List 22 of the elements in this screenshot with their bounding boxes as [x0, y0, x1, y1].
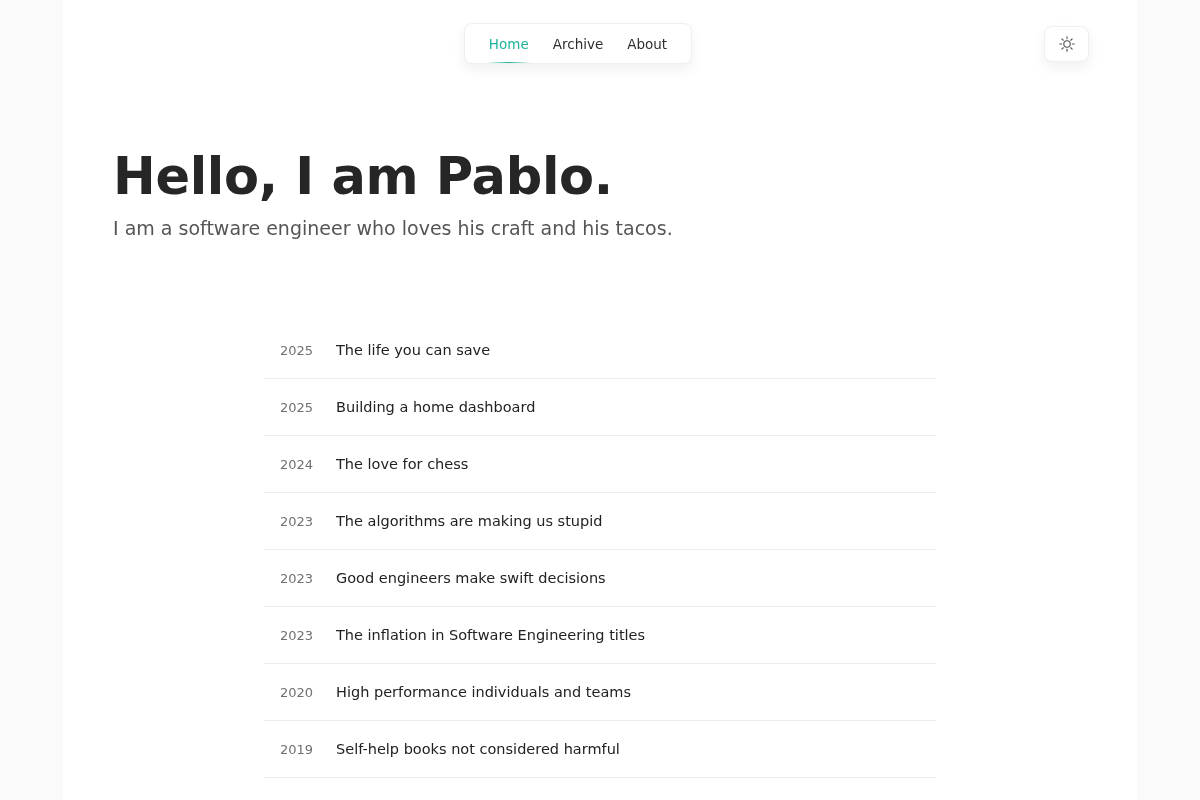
post-link[interactable]: Building a home dashboard	[336, 399, 536, 415]
post-link[interactable]: The love for chess	[336, 456, 469, 472]
post-year: 2025	[280, 399, 315, 415]
sun-icon	[1058, 36, 1075, 52]
post-year: 2020	[280, 684, 315, 700]
post-link[interactable]: Self-help books not considered harmful	[336, 741, 620, 757]
post-link[interactable]: The life you can save	[336, 342, 491, 358]
hero-subtitle: I am a software engineer who loves his craft and his tacos.	[113, 216, 674, 241]
post-link[interactable]: High performance individuals and teams	[336, 684, 631, 700]
post-link[interactable]: The algorithms are making us stupid	[336, 513, 603, 529]
post-year: 2023	[280, 570, 315, 586]
post-link[interactable]: Good engineers make swift decisions	[336, 570, 606, 586]
post-year: 2024	[280, 456, 315, 472]
post-link[interactable]: The inflation in Software Engineering titles	[336, 627, 646, 643]
post-year: 2023	[280, 513, 315, 529]
post-year: 2019	[280, 741, 315, 757]
hero-heading: Hello, I am Pablo.	[113, 146, 614, 208]
nav-link[interactable]: About	[615, 24, 680, 63]
post-year: 2023	[280, 627, 315, 643]
nav-link[interactable]: Archive	[540, 24, 616, 63]
post-year: 2025	[280, 342, 315, 358]
theme-toggle-button[interactable]	[1044, 26, 1089, 62]
